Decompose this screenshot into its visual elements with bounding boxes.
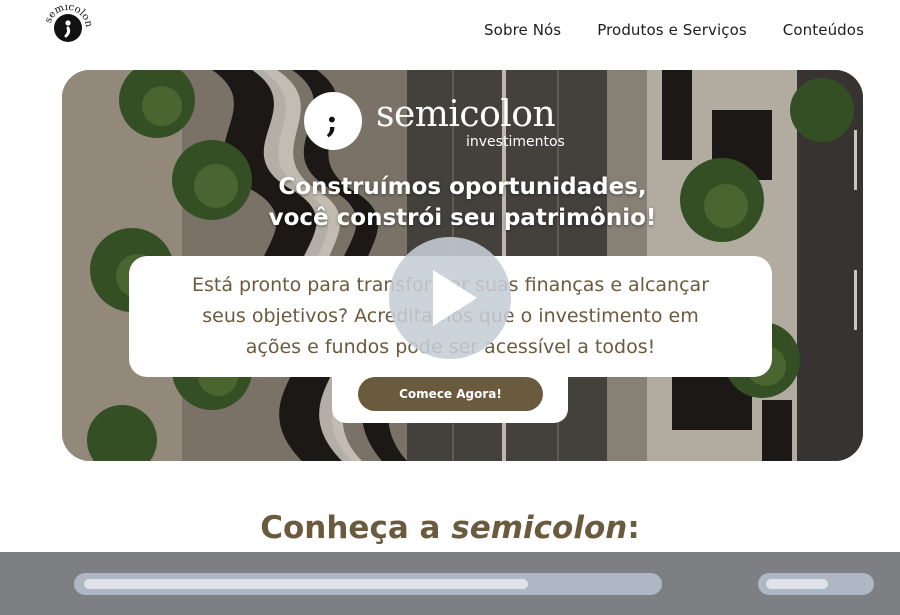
main-nav: Sobre Nós Produtos e Serviços Conteúdos: [484, 21, 864, 39]
nav-link-conteudos[interactable]: Conteúdos: [783, 21, 864, 39]
logo-badge-icon: semicolon: [43, 2, 94, 42]
hero-headline: Construímos oportunidades, você constrói…: [62, 172, 863, 234]
site-header: semicolon Sobre Nós Produtos e Serviços …: [0, 0, 900, 62]
brand-mark-circle: ;: [304, 92, 362, 150]
start-now-button[interactable]: Comece Agora!: [358, 377, 543, 411]
video-play-button[interactable]: [389, 237, 511, 359]
section-title-brand: semicolon: [451, 510, 628, 546]
volume-bar[interactable]: [758, 573, 874, 595]
hero-brand-logo: ; semicolon investimentos: [302, 90, 642, 170]
section-title: Conheça a semicolon:: [0, 510, 900, 546]
brand-name: semicolon: [376, 94, 556, 135]
brand-mark: ;: [326, 102, 338, 140]
brand-subtitle: investimentos: [466, 134, 565, 150]
nav-link-produtos-servicos[interactable]: Produtos e Serviços: [597, 21, 747, 39]
hero-headline-line-2: você constrói seu patrimônio!: [268, 205, 657, 231]
nav-link-sobre-nos[interactable]: Sobre Nós: [484, 21, 561, 39]
progress-bar[interactable]: [74, 573, 662, 595]
play-icon: [433, 270, 477, 326]
hero-headline-line-1: Construímos oportunidades,: [278, 174, 647, 200]
progress-bar-fill: [84, 579, 528, 589]
section-title-prefix: Conheça a: [260, 510, 452, 546]
section-title-suffix: :: [627, 510, 640, 546]
video-control-bar: [0, 552, 900, 615]
logo[interactable]: semicolon: [43, 2, 94, 52]
volume-bar-fill: [766, 579, 828, 589]
